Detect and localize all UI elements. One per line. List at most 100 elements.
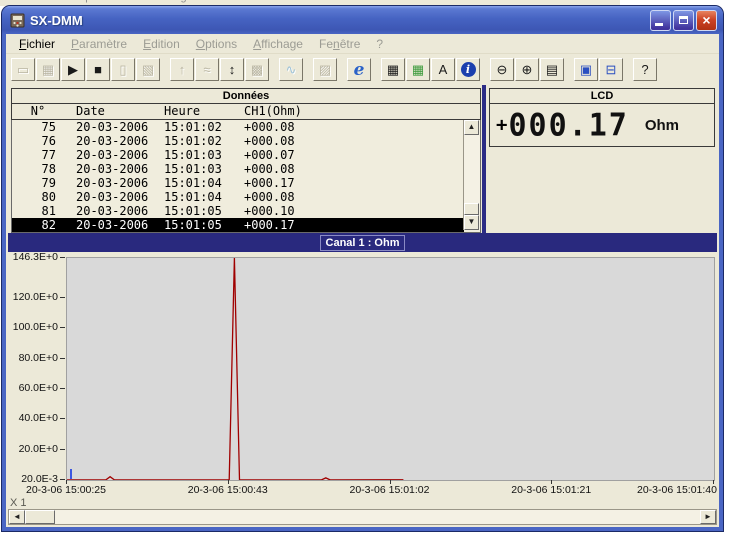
- save-button[interactable]: ▦: [36, 58, 60, 81]
- preview-button[interactable]: ▤: [540, 58, 564, 81]
- x-axis-label: 20-3-06 15:01:02: [350, 484, 430, 496]
- chart-grid-button[interactable]: ▦: [406, 58, 430, 81]
- cell: 15:01:03: [164, 148, 244, 162]
- open-button[interactable]: ▭: [11, 58, 35, 81]
- table-row[interactable]: 7520-03-200615:01:02+000.08: [12, 120, 464, 134]
- hscroll-thumb[interactable]: [25, 510, 55, 524]
- zoom-out-button[interactable]: ⊖: [490, 58, 514, 81]
- cell: 82: [12, 218, 64, 232]
- zoom-in-button[interactable]: ⊕: [515, 58, 539, 81]
- y-axis-label: 100.0E+0: [6, 321, 58, 333]
- menu-item-options[interactable]: Options: [188, 36, 245, 52]
- close-button[interactable]: ×: [696, 10, 717, 31]
- lcd-display: + 000.17 Ohm: [489, 104, 715, 147]
- record-icon: ▯: [119, 62, 126, 78]
- autoscale-button[interactable]: ↕: [220, 58, 244, 81]
- cell: 75: [12, 120, 64, 134]
- save-icon: ▦: [42, 62, 54, 78]
- y-axis-tick: [60, 479, 65, 480]
- table-row[interactable]: 8020-03-200615:01:04+000.08: [12, 190, 464, 204]
- info-button[interactable]: i: [456, 58, 480, 81]
- wave-icon: ∿: [286, 62, 297, 78]
- chart-hscrollbar[interactable]: ◄ ►: [8, 509, 717, 525]
- wave-button[interactable]: ∿: [279, 58, 303, 81]
- snapshot-button[interactable]: ▨: [313, 58, 337, 81]
- table-button[interactable]: ▦: [381, 58, 405, 81]
- cell: 20-03-2006: [64, 134, 164, 148]
- scroll-right-button[interactable]: ►: [700, 510, 716, 524]
- cell: +000.10: [244, 204, 464, 218]
- cell: 79: [12, 176, 64, 190]
- toolbar: ▭▦▶■▯▧↑≈↕▩∿▨e▦▦Ai⊖⊕▤▣⊟?: [6, 54, 719, 85]
- cell: 20-03-2006: [64, 120, 164, 134]
- y-axis-label: 40.0E+0: [6, 412, 58, 424]
- scroll-down-button[interactable]: ▼: [464, 215, 479, 230]
- tile-windows-button[interactable]: ⊟: [599, 58, 623, 81]
- table-row[interactable]: 8220-03-200615:01:05+000.17: [12, 218, 464, 232]
- upper-panes: Données N° Date Heure CH1(Ohm) 7520-03-2…: [6, 85, 719, 233]
- lcd-panel-title: LCD: [489, 88, 715, 104]
- data-table-header: N° Date Heure CH1(Ohm): [11, 104, 481, 120]
- column-header-heure: Heure: [164, 104, 244, 119]
- help-button[interactable]: ?: [633, 58, 657, 81]
- smooth-button[interactable]: ≈: [195, 58, 219, 81]
- menu-item-fenetre[interactable]: Fenêtre: [311, 36, 368, 52]
- table-row[interactable]: 7620-03-200615:01:02+000.08: [12, 134, 464, 148]
- table-row[interactable]: 7820-03-200615:01:03+000.08: [12, 162, 464, 176]
- close-icon: ×: [702, 13, 710, 27]
- chart-cursor[interactable]: [70, 469, 72, 479]
- x-axis-label: 20-3-06 15:00:25: [26, 484, 106, 496]
- y-axis-label: 60.0E+0: [6, 382, 58, 394]
- y-axis-label: 20.0E+0: [6, 443, 58, 455]
- up-button[interactable]: ↑: [170, 58, 194, 81]
- start-button[interactable]: ▶: [61, 58, 85, 81]
- internet-explorer-icon: e: [354, 60, 365, 80]
- cell: +000.08: [244, 134, 464, 148]
- menu-item-parametre[interactable]: Paramètre: [63, 36, 135, 52]
- table-row[interactable]: 7720-03-200615:01:03+000.07: [12, 148, 464, 162]
- menu-item-aide[interactable]: ?: [368, 36, 391, 52]
- up-icon: ↑: [179, 62, 186, 77]
- column-header-ch1: CH1(Ohm): [244, 104, 480, 119]
- grid-icon: ▩: [251, 62, 263, 78]
- scroll-up-button[interactable]: ▲: [464, 120, 479, 135]
- y-axis-tick: [60, 449, 65, 450]
- menu-item-edition[interactable]: Edition: [135, 36, 188, 52]
- data-panel-title: Données: [11, 88, 481, 104]
- cascade-windows-button[interactable]: ▣: [574, 58, 598, 81]
- font-button[interactable]: A: [431, 58, 455, 81]
- table-row[interactable]: 8120-03-200615:01:05+000.10: [12, 204, 464, 218]
- record-button[interactable]: ▯: [111, 58, 135, 81]
- cell: 20-03-2006: [64, 204, 164, 218]
- titlebar[interactable]: SX-DMM ×: [2, 6, 723, 34]
- minimize-button[interactable]: [650, 10, 671, 31]
- cell: 77: [12, 148, 64, 162]
- chart-title-bar: Canal 1 : Ohm: [8, 233, 717, 252]
- pane-divider: [482, 85, 486, 233]
- y-axis-tick: [60, 388, 65, 389]
- scroll-left-button[interactable]: ◄: [9, 510, 25, 524]
- x-axis-label: 20-3-06 15:00:43: [188, 484, 268, 496]
- stop-button[interactable]: ■: [86, 58, 110, 81]
- column-header-date: Date: [64, 104, 164, 119]
- menu-item-fichier[interactable]: Fichier: [11, 36, 63, 52]
- grid-button[interactable]: ▩: [245, 58, 269, 81]
- maximize-button[interactable]: [673, 10, 694, 31]
- chart-plot-area[interactable]: [66, 257, 715, 481]
- menu-item-affichage[interactable]: Affichage: [245, 36, 311, 52]
- column-header-n: N°: [12, 104, 64, 119]
- y-axis-tick: [60, 297, 65, 298]
- cell: 80: [12, 190, 64, 204]
- smooth-icon: ≈: [203, 62, 210, 77]
- cell: +000.08: [244, 162, 464, 176]
- export-button[interactable]: ▧: [136, 58, 160, 81]
- internet-explorer-button[interactable]: e: [347, 58, 371, 81]
- cell: 20-03-2006: [64, 148, 164, 162]
- cell: 15:01:03: [164, 162, 244, 176]
- y-axis-tick: [60, 358, 65, 359]
- lcd-sign: +: [496, 114, 507, 136]
- info-icon: i: [461, 62, 476, 77]
- scroll-thumb[interactable]: [464, 203, 479, 215]
- table-row[interactable]: 7920-03-200615:01:04+000.17: [12, 176, 464, 190]
- data-table-scrollbar[interactable]: ▲ ▼: [463, 120, 480, 230]
